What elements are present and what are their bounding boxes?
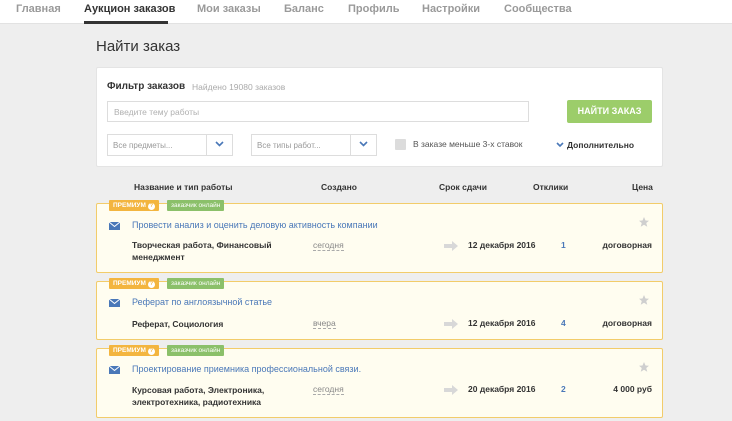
nav-item-profile[interactable]: Профиль bbox=[348, 3, 399, 15]
mail-icon bbox=[109, 222, 120, 230]
customer-online-badge: заказчик онлайн bbox=[167, 278, 225, 289]
mail-icon bbox=[109, 366, 120, 374]
order-title-link[interactable]: Реферат по англоязычной статье bbox=[132, 297, 272, 307]
nav-item-balance[interactable]: Баланс bbox=[284, 3, 324, 15]
order-title-link[interactable]: Проектирование приемника профессионально… bbox=[132, 364, 361, 374]
column-header-bids: Отклики bbox=[533, 182, 569, 192]
nav-item-settings[interactable]: Настройки bbox=[422, 3, 480, 15]
order-bids[interactable]: 1 bbox=[561, 240, 566, 250]
chevron-down-icon bbox=[359, 141, 368, 147]
order-bids[interactable]: 2 bbox=[561, 384, 566, 394]
arrow-right-icon bbox=[444, 319, 458, 329]
more-filters-label: Дополнительно bbox=[567, 140, 635, 150]
order-created: сегодня bbox=[313, 240, 344, 251]
column-header-created: Создано bbox=[321, 182, 357, 192]
top-nav: Главная Аукцион заказов Мои заказы Балан… bbox=[0, 0, 732, 24]
column-header-price: Цена bbox=[632, 182, 653, 192]
chevron-down-icon bbox=[215, 141, 224, 147]
order-deadline: 12 декабря 2016 bbox=[468, 318, 536, 328]
order-created: вчера bbox=[313, 318, 336, 329]
customer-online-badge: заказчик онлайн bbox=[167, 345, 225, 356]
mail-icon bbox=[109, 299, 120, 307]
types-dropdown-toggle[interactable] bbox=[350, 135, 376, 155]
found-count: Найдено 19080 заказов bbox=[192, 82, 286, 92]
help-icon[interactable]: ? bbox=[147, 203, 155, 210]
subjects-select-value: Все предметы... bbox=[113, 141, 173, 150]
order-price: 4 000 руб bbox=[613, 384, 652, 394]
few-bids-checkbox[interactable] bbox=[395, 139, 406, 150]
filter-panel: Фильтр заказов Найдено 19080 заказов НАЙ… bbox=[96, 67, 663, 167]
order-card[interactable]: ПРЕМИУМ? заказчик онлайн Реферат по англ… bbox=[96, 278, 663, 340]
arrow-right-icon bbox=[444, 385, 458, 395]
types-select[interactable]: Все типы работ... bbox=[251, 134, 377, 156]
search-input[interactable] bbox=[107, 101, 529, 122]
order-deadline: 20 декабря 2016 bbox=[468, 384, 536, 394]
order-price: договорная bbox=[602, 318, 652, 328]
order-created: сегодня bbox=[313, 384, 344, 395]
order-card[interactable]: ПРЕМИУМ? заказчик онлайн Проектирование … bbox=[96, 345, 663, 418]
premium-badge: ПРЕМИУМ? bbox=[109, 200, 159, 211]
chevron-down-icon bbox=[556, 142, 564, 148]
few-bids-label: В заказе меньше 3-х ставок bbox=[413, 139, 523, 149]
nav-item-home[interactable]: Главная bbox=[16, 3, 61, 15]
column-header-name: Название и тип работы bbox=[134, 182, 233, 192]
active-tab-indicator bbox=[84, 21, 168, 24]
filter-title: Фильтр заказов bbox=[107, 81, 186, 92]
nav-item-communities[interactable]: Сообщества bbox=[504, 3, 572, 15]
help-icon[interactable]: ? bbox=[147, 348, 155, 355]
order-title-link[interactable]: Провести анализ и оценить деловую активн… bbox=[132, 220, 378, 230]
column-header-deadline: Срок сдачи bbox=[439, 182, 487, 192]
arrow-right-icon bbox=[444, 241, 458, 251]
order-deadline: 12 декабря 2016 bbox=[468, 240, 536, 250]
more-filters-toggle[interactable]: Дополнительно bbox=[556, 140, 635, 150]
order-price: договорная bbox=[602, 240, 652, 250]
order-types: Творческая работа, Финансовый менеджмент bbox=[132, 240, 272, 262]
nav-item-auction[interactable]: Аукцион заказов bbox=[84, 3, 175, 15]
customer-online-badge: заказчик онлайн bbox=[167, 200, 225, 211]
order-bids[interactable]: 4 bbox=[561, 318, 566, 328]
star-icon[interactable] bbox=[638, 216, 650, 228]
premium-badge: ПРЕМИУМ? bbox=[109, 345, 159, 356]
find-order-button[interactable]: НАЙТИ ЗАКАЗ bbox=[567, 100, 652, 123]
star-icon[interactable] bbox=[638, 294, 650, 306]
types-select-value: Все типы работ... bbox=[257, 141, 321, 150]
page-title: Найти заказ bbox=[96, 38, 181, 55]
nav-item-my-orders[interactable]: Мои заказы bbox=[197, 3, 261, 15]
premium-badge: ПРЕМИУМ? bbox=[109, 278, 159, 289]
star-icon[interactable] bbox=[638, 361, 650, 373]
order-card[interactable]: ПРЕМИУМ? заказчик онлайн Провести анализ… bbox=[96, 200, 663, 273]
subjects-dropdown-toggle[interactable] bbox=[206, 135, 232, 155]
help-icon[interactable]: ? bbox=[147, 281, 155, 288]
order-types: Курсовая работа, Электроника, электротех… bbox=[132, 385, 265, 407]
order-types: Реферат, Социология bbox=[132, 319, 224, 329]
subjects-select[interactable]: Все предметы... bbox=[107, 134, 233, 156]
